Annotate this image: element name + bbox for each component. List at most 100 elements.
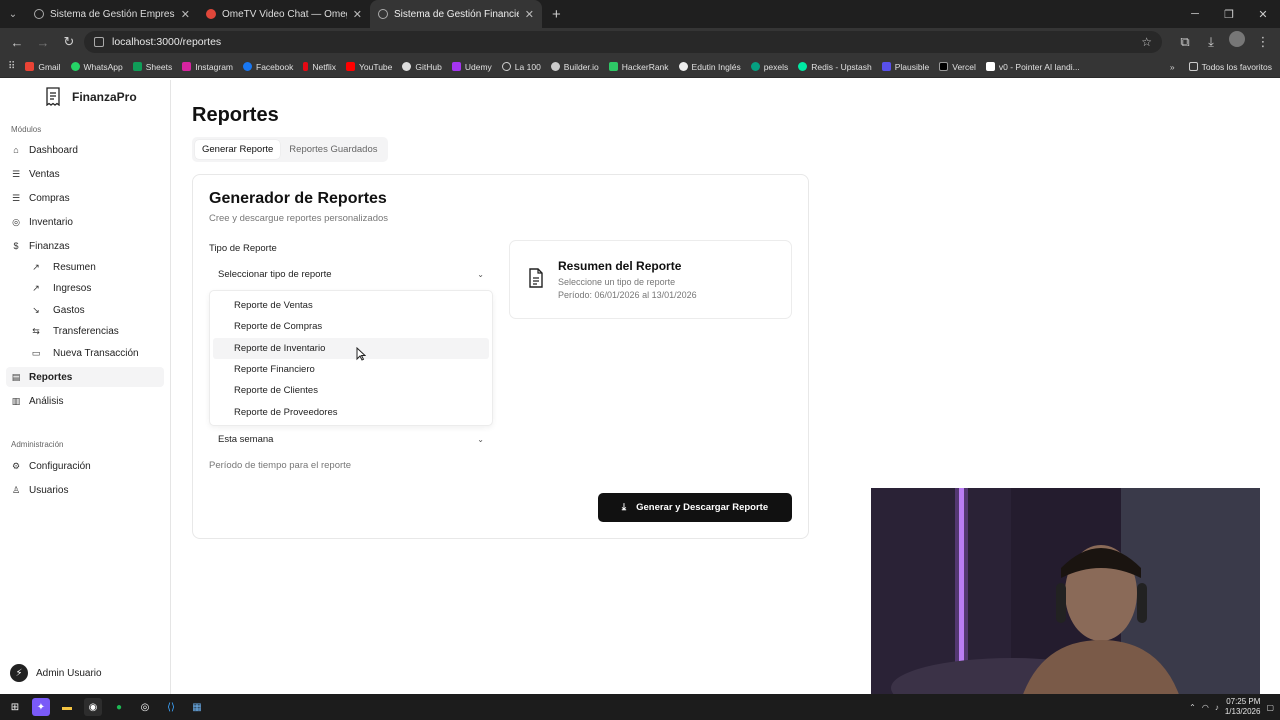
sidebar-item-resumen[interactable]: ↗ Resumen [26,257,164,277]
url-bar[interactable]: localhost:3000/reportes ☆ [84,31,1162,53]
bookmark-instagram[interactable]: Instagram [182,62,233,72]
bookmark-redis[interactable]: Redis - Upstash [798,62,872,72]
option-reporte-proveedores[interactable]: Reporte de Proveedores [213,401,489,422]
notifications-icon[interactable]: ▢ [1266,703,1274,712]
bookmarks-right: » Todos los favoritos [1170,62,1272,72]
file-explorer-icon[interactable]: ▬ [58,698,76,716]
hackerrank-icon [608,62,618,71]
more-menu-icon[interactable]: ⋮ [1252,31,1274,53]
option-reporte-ventas[interactable]: Reporte de Ventas [213,295,489,316]
sidebar-item-inventario[interactable]: ◎ Inventario [6,212,164,232]
back-icon[interactable]: ← [6,31,28,53]
bookmark-github[interactable]: GitHub [402,62,442,72]
tab-reportes-guardados[interactable]: Reportes Guardados [282,140,384,159]
extensions-icon[interactable]: ⧉ [1174,31,1196,53]
option-reporte-inventario[interactable]: Reporte de Inventario [213,337,489,359]
sidebar-item-analisis[interactable]: ▥ Análisis [6,391,164,411]
sidebar-item-finanzas[interactable]: $ Finanzas [6,236,164,256]
bookmark-label: WhatsApp [83,61,123,72]
bookmark-whatsapp[interactable]: WhatsApp [70,61,123,72]
tab-generar-reporte[interactable]: Generar Reporte [195,140,281,159]
sidebar-item-transferencias[interactable]: ⇆ Transferencias [26,321,164,341]
option-reporte-clientes[interactable]: Reporte de Clientes [213,380,489,401]
udemy-icon [451,62,461,71]
reload-icon[interactable]: ↻ [58,31,80,53]
tab-title: Sistema de Gestión Empresarial [50,8,175,20]
bookmarks-bar: ⠿ Gmail WhatsApp Sheets Instagram Facebo… [0,56,1280,78]
brand-name: FinanzaPro [72,89,137,104]
sidebar-item-ventas[interactable]: ☰ Ventas [6,164,164,184]
bookmark-netflix[interactable]: Netflix [303,62,336,72]
v0-icon [985,62,995,71]
sidebar-item-nueva-transaccion[interactable]: ▭ Nueva Transacción [26,343,164,363]
site-info-icon[interactable] [94,37,104,47]
url-text: localhost:3000/reportes [112,36,222,48]
card-title: Generador de Reportes [209,190,387,207]
browser-tab-active[interactable]: Sistema de Gestión Financiera ✕ [370,0,542,28]
tray-chevron-icon[interactable]: ⌃ [1189,703,1196,712]
download-icon[interactable]: ⤓ [1200,31,1222,53]
forward-icon[interactable]: → [32,31,54,53]
bookmark-la100[interactable]: La 100 [501,62,541,72]
sidebar-item-ingresos[interactable]: ↗ Ingresos [26,278,164,298]
sidebar-item-compras[interactable]: ☰ Compras [6,188,164,208]
bookmark-label: Gmail [38,61,61,72]
bookmark-plausible[interactable]: Plausible [881,62,929,72]
bookmark-builder[interactable]: Builder.io [550,62,599,72]
option-reporte-financiero[interactable]: Reporte Financiero [213,359,489,380]
close-tab-icon[interactable]: ✕ [353,8,362,21]
bookmark-facebook[interactable]: Facebook [243,62,293,72]
bookmark-udemy[interactable]: Udemy [451,62,492,72]
bookmark-youtube[interactable]: YouTube [345,62,392,72]
clock[interactable]: 07:25 PM 1/13/2026 [1225,697,1261,717]
close-tab-icon[interactable]: ✕ [181,8,190,21]
brand[interactable]: FinanzaPro [44,87,137,106]
minimize-icon[interactable]: ─ [1178,8,1212,20]
windows-start-icon[interactable]: ⊞ [6,698,24,716]
apps-grid-icon[interactable]: ⠿ [8,61,15,72]
sidebar-item-reportes[interactable]: ▤ Reportes [6,367,164,387]
sidebar-item-usuarios[interactable]: ♙ Usuarios [6,480,164,500]
sidebar-item-configuracion[interactable]: ⚙ Configuración [6,456,164,476]
bookmark-gmail[interactable]: Gmail [25,61,61,72]
restore-icon[interactable]: ❐ [1212,8,1246,21]
copilot-icon[interactable]: ✦ [32,698,50,716]
star-icon[interactable]: ☆ [1141,35,1152,49]
upstash-icon [798,62,808,71]
profile-avatar[interactable] [1229,31,1245,47]
close-window-icon[interactable]: ✕ [1246,8,1280,21]
bookmark-vercel[interactable]: Vercel [939,62,976,72]
browser-tab[interactable]: Sistema de Gestión Empresarial ✕ [26,0,198,28]
volume-icon[interactable]: ♪ [1215,703,1219,712]
close-tab-icon[interactable]: ✕ [525,8,534,21]
file-icon: ▤ [11,371,21,382]
bookmark-edutin[interactable]: Edutin Inglés [678,62,741,72]
all-bookmarks[interactable]: Todos los favoritos [1188,62,1272,72]
sidebar: FinanzaPro Módulos ⌂ Dashboard ☰ Ventas … [0,80,171,694]
new-tab-icon[interactable]: + [542,0,571,28]
vscode-icon[interactable]: ⟨⟩ [162,698,180,716]
browser-tab[interactable]: OmeTV Video Chat — Omegle ✕ [198,0,370,28]
github-desktop-icon[interactable]: ◎ [136,698,154,716]
facebook-icon [243,62,253,71]
bookmark-sheets[interactable]: Sheets [132,62,172,72]
bookmark-pexels[interactable]: pexels [750,62,788,72]
page-title: Reportes [192,104,279,126]
option-reporte-compras[interactable]: Reporte de Compras [213,316,489,337]
spotify-icon[interactable]: ● [110,698,128,716]
wifi-icon[interactable]: ◠ [1202,703,1209,712]
report-type-select[interactable]: Seleccionar tipo de reporte ⌄ [209,262,493,287]
chrome-icon[interactable]: ◉ [84,698,102,716]
download-icon: ⤓ [621,502,627,513]
report-generator-card: Generador de Reportes Cree y descargue r… [192,174,809,539]
period-select[interactable]: Esta semana ⌄ [209,427,493,452]
calculator-icon[interactable]: ▦ [188,698,206,716]
tab-search-icon[interactable]: ⌄ [0,0,26,28]
user-profile[interactable]: ⚡ Admin Usuario [10,664,102,682]
generate-download-button[interactable]: ⤓ Generar y Descargar Reporte [598,493,792,522]
more-bookmarks-icon[interactable]: » [1170,62,1175,72]
sidebar-item-dashboard[interactable]: ⌂ Dashboard [6,140,164,160]
bookmark-v0[interactable]: v0 - Pointer AI landi... [985,62,1080,72]
bookmark-hackerrank[interactable]: HackerRank [608,62,669,72]
sidebar-item-gastos[interactable]: ↘ Gastos [26,300,164,320]
